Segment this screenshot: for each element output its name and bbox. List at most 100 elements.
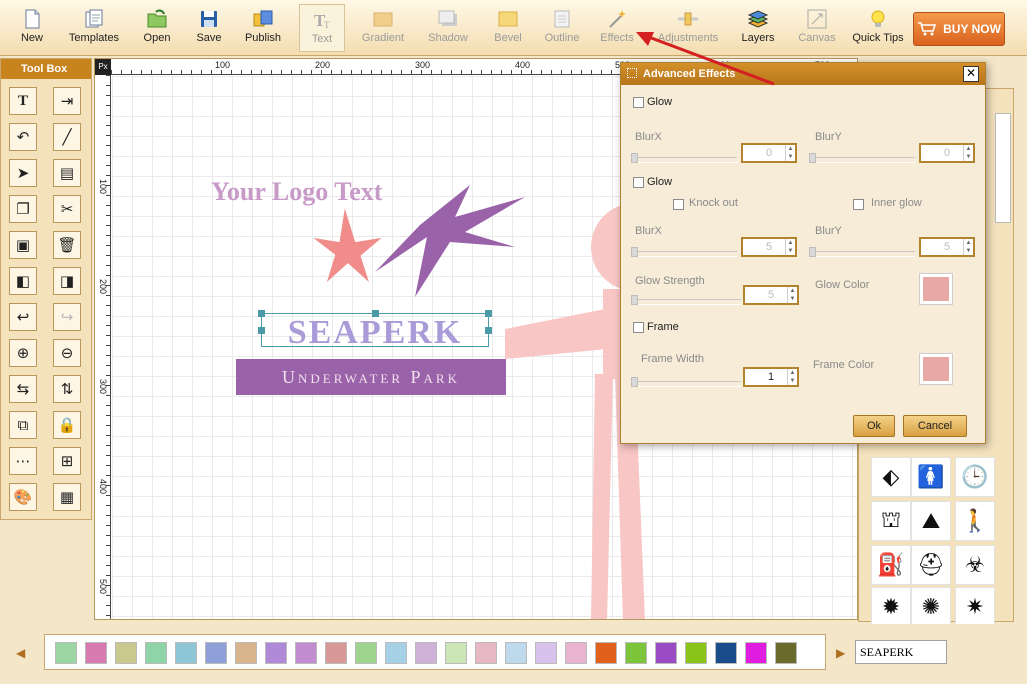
cancel-button[interactable]: Cancel	[903, 415, 967, 437]
color-swatch[interactable]	[475, 642, 497, 664]
tagline-text[interactable]: Underwater Park	[236, 359, 506, 395]
clock-icon[interactable]: 🕒	[955, 457, 995, 497]
helmet-icon[interactable]: ⛑	[911, 545, 951, 585]
outline-button[interactable]: Outline	[539, 4, 585, 52]
color-palette-icon[interactable]: ▦	[53, 483, 81, 511]
blurx2-slider[interactable]	[633, 251, 737, 257]
card-icon[interactable]: ⬖	[871, 457, 911, 497]
text-tool-icon[interactable]: T	[9, 87, 37, 115]
blury-slider[interactable]	[811, 157, 915, 163]
copy-tool-icon[interactable]: ❐	[9, 195, 37, 223]
center-icon[interactable]: ⊞	[53, 447, 81, 475]
blurx2-input[interactable]: 5▲▼	[741, 237, 797, 257]
import-tool-icon[interactable]: ⇥	[53, 87, 81, 115]
pump-icon[interactable]: ⛽	[871, 545, 911, 585]
blurx-input[interactable]: 0▲▼	[741, 143, 797, 163]
canvas-button[interactable]: Canvas	[795, 4, 839, 52]
save-button[interactable]: Save	[190, 4, 228, 52]
gradient-button[interactable]: Gradient	[356, 4, 410, 52]
new-button[interactable]: New	[14, 4, 50, 52]
color-swatch[interactable]	[235, 642, 257, 664]
biohazard-icon[interactable]: ☣	[955, 545, 995, 585]
knockout-checkbox[interactable]	[673, 199, 684, 210]
glow-checkbox[interactable]	[633, 97, 644, 108]
blury2-slider[interactable]	[811, 251, 915, 257]
glow2-checkbox[interactable]	[633, 177, 644, 188]
walking-man-icon[interactable]: 🚶	[955, 501, 995, 541]
color-swatch[interactable]	[115, 642, 137, 664]
scroll-left-icon[interactable]: ◀	[16, 646, 25, 660]
color-swatch[interactable]	[505, 642, 527, 664]
color-swatch[interactable]	[205, 642, 227, 664]
blury-input[interactable]: 0▲▼	[919, 143, 975, 163]
rotate-tool-icon[interactable]: ↶	[9, 123, 37, 151]
color-swatch[interactable]	[625, 642, 647, 664]
frame-width-input[interactable]: 1▲▼	[743, 367, 799, 387]
paint-bucket-icon[interactable]: 🎨	[9, 483, 37, 511]
send-back-icon[interactable]: ◨	[53, 267, 81, 295]
color-swatch[interactable]	[145, 642, 167, 664]
color-swatch[interactable]	[595, 642, 617, 664]
text-button[interactable]: TT Text	[299, 4, 345, 52]
color-swatch[interactable]	[565, 642, 587, 664]
selection-box[interactable]: SEAPERK	[261, 313, 489, 347]
color-swatch[interactable]	[415, 642, 437, 664]
zoom-in-icon[interactable]: ⊕	[9, 339, 37, 367]
glow-strength-slider[interactable]	[633, 299, 741, 305]
color-swatch[interactable]	[265, 642, 287, 664]
frame-checkbox[interactable]	[633, 322, 644, 333]
bring-front-icon[interactable]: ◧	[9, 267, 37, 295]
woman-icon[interactable]: 🚺	[911, 457, 951, 497]
color-swatch[interactable]	[535, 642, 557, 664]
starburst-icon[interactable]: ✺	[911, 587, 951, 627]
frame-width-slider[interactable]	[633, 381, 741, 387]
mountain-icon[interactable]: ⛰	[911, 501, 951, 541]
color-swatch[interactable]	[715, 642, 737, 664]
color-swatch[interactable]	[745, 642, 767, 664]
undo-icon[interactable]: ↩	[9, 303, 37, 331]
glow-strength-input[interactable]: 5▲▼	[743, 285, 799, 305]
frame-color-picker[interactable]	[919, 353, 953, 385]
inner-glow-checkbox[interactable]	[853, 199, 864, 210]
open-button[interactable]: Open	[138, 4, 176, 52]
pointer-tool-icon[interactable]: ➤	[9, 159, 37, 187]
scroll-right-icon[interactable]: ▶	[836, 646, 845, 660]
color-swatch[interactable]	[55, 642, 77, 664]
color-swatch[interactable]	[385, 642, 407, 664]
panel-scrollbar[interactable]	[995, 113, 1011, 223]
line-tool-icon[interactable]: ╱	[53, 123, 81, 151]
templates-button[interactable]: Templates	[62, 4, 126, 52]
flip-horizontal-icon[interactable]: ⇆	[9, 375, 37, 403]
color-swatch[interactable]	[655, 642, 677, 664]
zoom-out-icon[interactable]: ⊖	[53, 339, 81, 367]
shadow-button[interactable]: Shadow	[423, 4, 473, 52]
text-input[interactable]: SEAPERK	[855, 640, 947, 664]
color-swatch[interactable]	[685, 642, 707, 664]
color-swatch[interactable]	[325, 642, 347, 664]
quick-tips-button[interactable]: Quick Tips	[848, 4, 908, 52]
mixer-icon[interactable]: ⛫	[871, 501, 911, 541]
glow-color-picker[interactable]	[919, 273, 953, 305]
color-swatch[interactable]	[175, 642, 197, 664]
logo-text[interactable]: Your Logo Text	[211, 177, 382, 207]
trash-icon[interactable]: 🗑	[53, 231, 81, 259]
ok-button[interactable]: Ok	[853, 415, 895, 437]
group-icon[interactable]: ⧉	[9, 411, 37, 439]
color-swatch[interactable]	[445, 642, 467, 664]
color-swatch[interactable]	[775, 642, 797, 664]
redo-icon[interactable]: ↪	[53, 303, 81, 331]
lock-icon[interactable]: 🔒	[53, 411, 81, 439]
color-swatch[interactable]	[355, 642, 377, 664]
align-tool-icon[interactable]: ▤	[53, 159, 81, 187]
blurx-slider[interactable]	[633, 157, 737, 163]
color-swatch[interactable]	[295, 642, 317, 664]
flip-vertical-icon[interactable]: ⇅	[53, 375, 81, 403]
paste-tool-icon[interactable]: ▣	[9, 231, 37, 259]
publish-button[interactable]: Publish	[240, 4, 286, 52]
buy-now-button[interactable]: BUY NOW	[913, 12, 1005, 46]
scissors-icon[interactable]: ✂	[53, 195, 81, 223]
starburst-icon[interactable]: ✷	[955, 587, 995, 627]
blury2-input[interactable]: 5▲▼	[919, 237, 975, 257]
bevel-button[interactable]: Bevel	[488, 4, 528, 52]
close-button[interactable]: ✕	[963, 66, 979, 82]
